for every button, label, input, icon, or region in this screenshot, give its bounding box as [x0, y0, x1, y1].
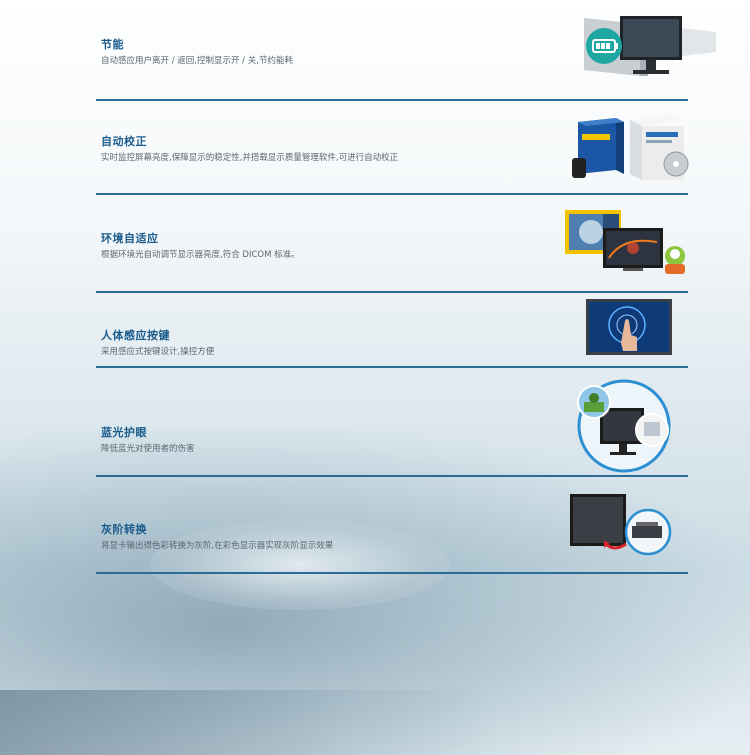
feature-desc-touch-sensor-buttons: 采用感应式按键设计,操控方便 — [101, 347, 215, 357]
divider — [96, 366, 688, 368]
feature-desc-auto-calibration: 实时监控屏幕亮度,保障显示的稳定性,并搭载显示质量管理软件,可进行自动校正 — [101, 153, 399, 163]
feature-title-grayscale-conversion: 灰阶转换 — [101, 523, 147, 536]
divider — [96, 291, 688, 293]
blue-light-eye-care-icon — [577, 379, 671, 473]
background-floor — [0, 690, 500, 755]
feature-title-blue-light-eye-care: 蓝光护眼 — [101, 426, 147, 439]
touch-sensor-button-icon — [586, 299, 672, 355]
grayscale-conversion-icon — [570, 494, 672, 556]
feature-title-auto-calibration: 自动校正 — [101, 135, 147, 148]
energy-saving-monitor-icon — [584, 16, 716, 76]
feature-title-energy-saving: 节能 — [101, 38, 124, 51]
divider — [96, 475, 688, 477]
divider — [96, 99, 688, 101]
feature-title-ambient-adaptive: 环境自适应 — [101, 232, 159, 245]
background-surgical-lamp — [150, 520, 450, 610]
feature-desc-blue-light-eye-care: 降低蓝光对使用者的伤害 — [101, 444, 195, 454]
background-photo-shadow — [0, 430, 750, 755]
calibration-software-box-icon — [572, 114, 689, 180]
feature-desc-grayscale-conversion: 将显卡输出得色彩转换为灰阶,在彩色显示器实现灰阶显示效果 — [101, 541, 334, 551]
feature-desc-energy-saving: 自动感应用户离开 / 返回,控制显示开 / 关,节约能耗 — [101, 56, 293, 66]
divider — [96, 193, 688, 195]
feature-title-touch-sensor-buttons: 人体感应按键 — [101, 329, 170, 342]
ambient-light-sensor-icon — [565, 210, 685, 274]
divider — [96, 572, 688, 574]
feature-desc-ambient-adaptive: 根据环境光自动调节显示器亮度,符合 DICOM 标准。 — [101, 250, 300, 260]
